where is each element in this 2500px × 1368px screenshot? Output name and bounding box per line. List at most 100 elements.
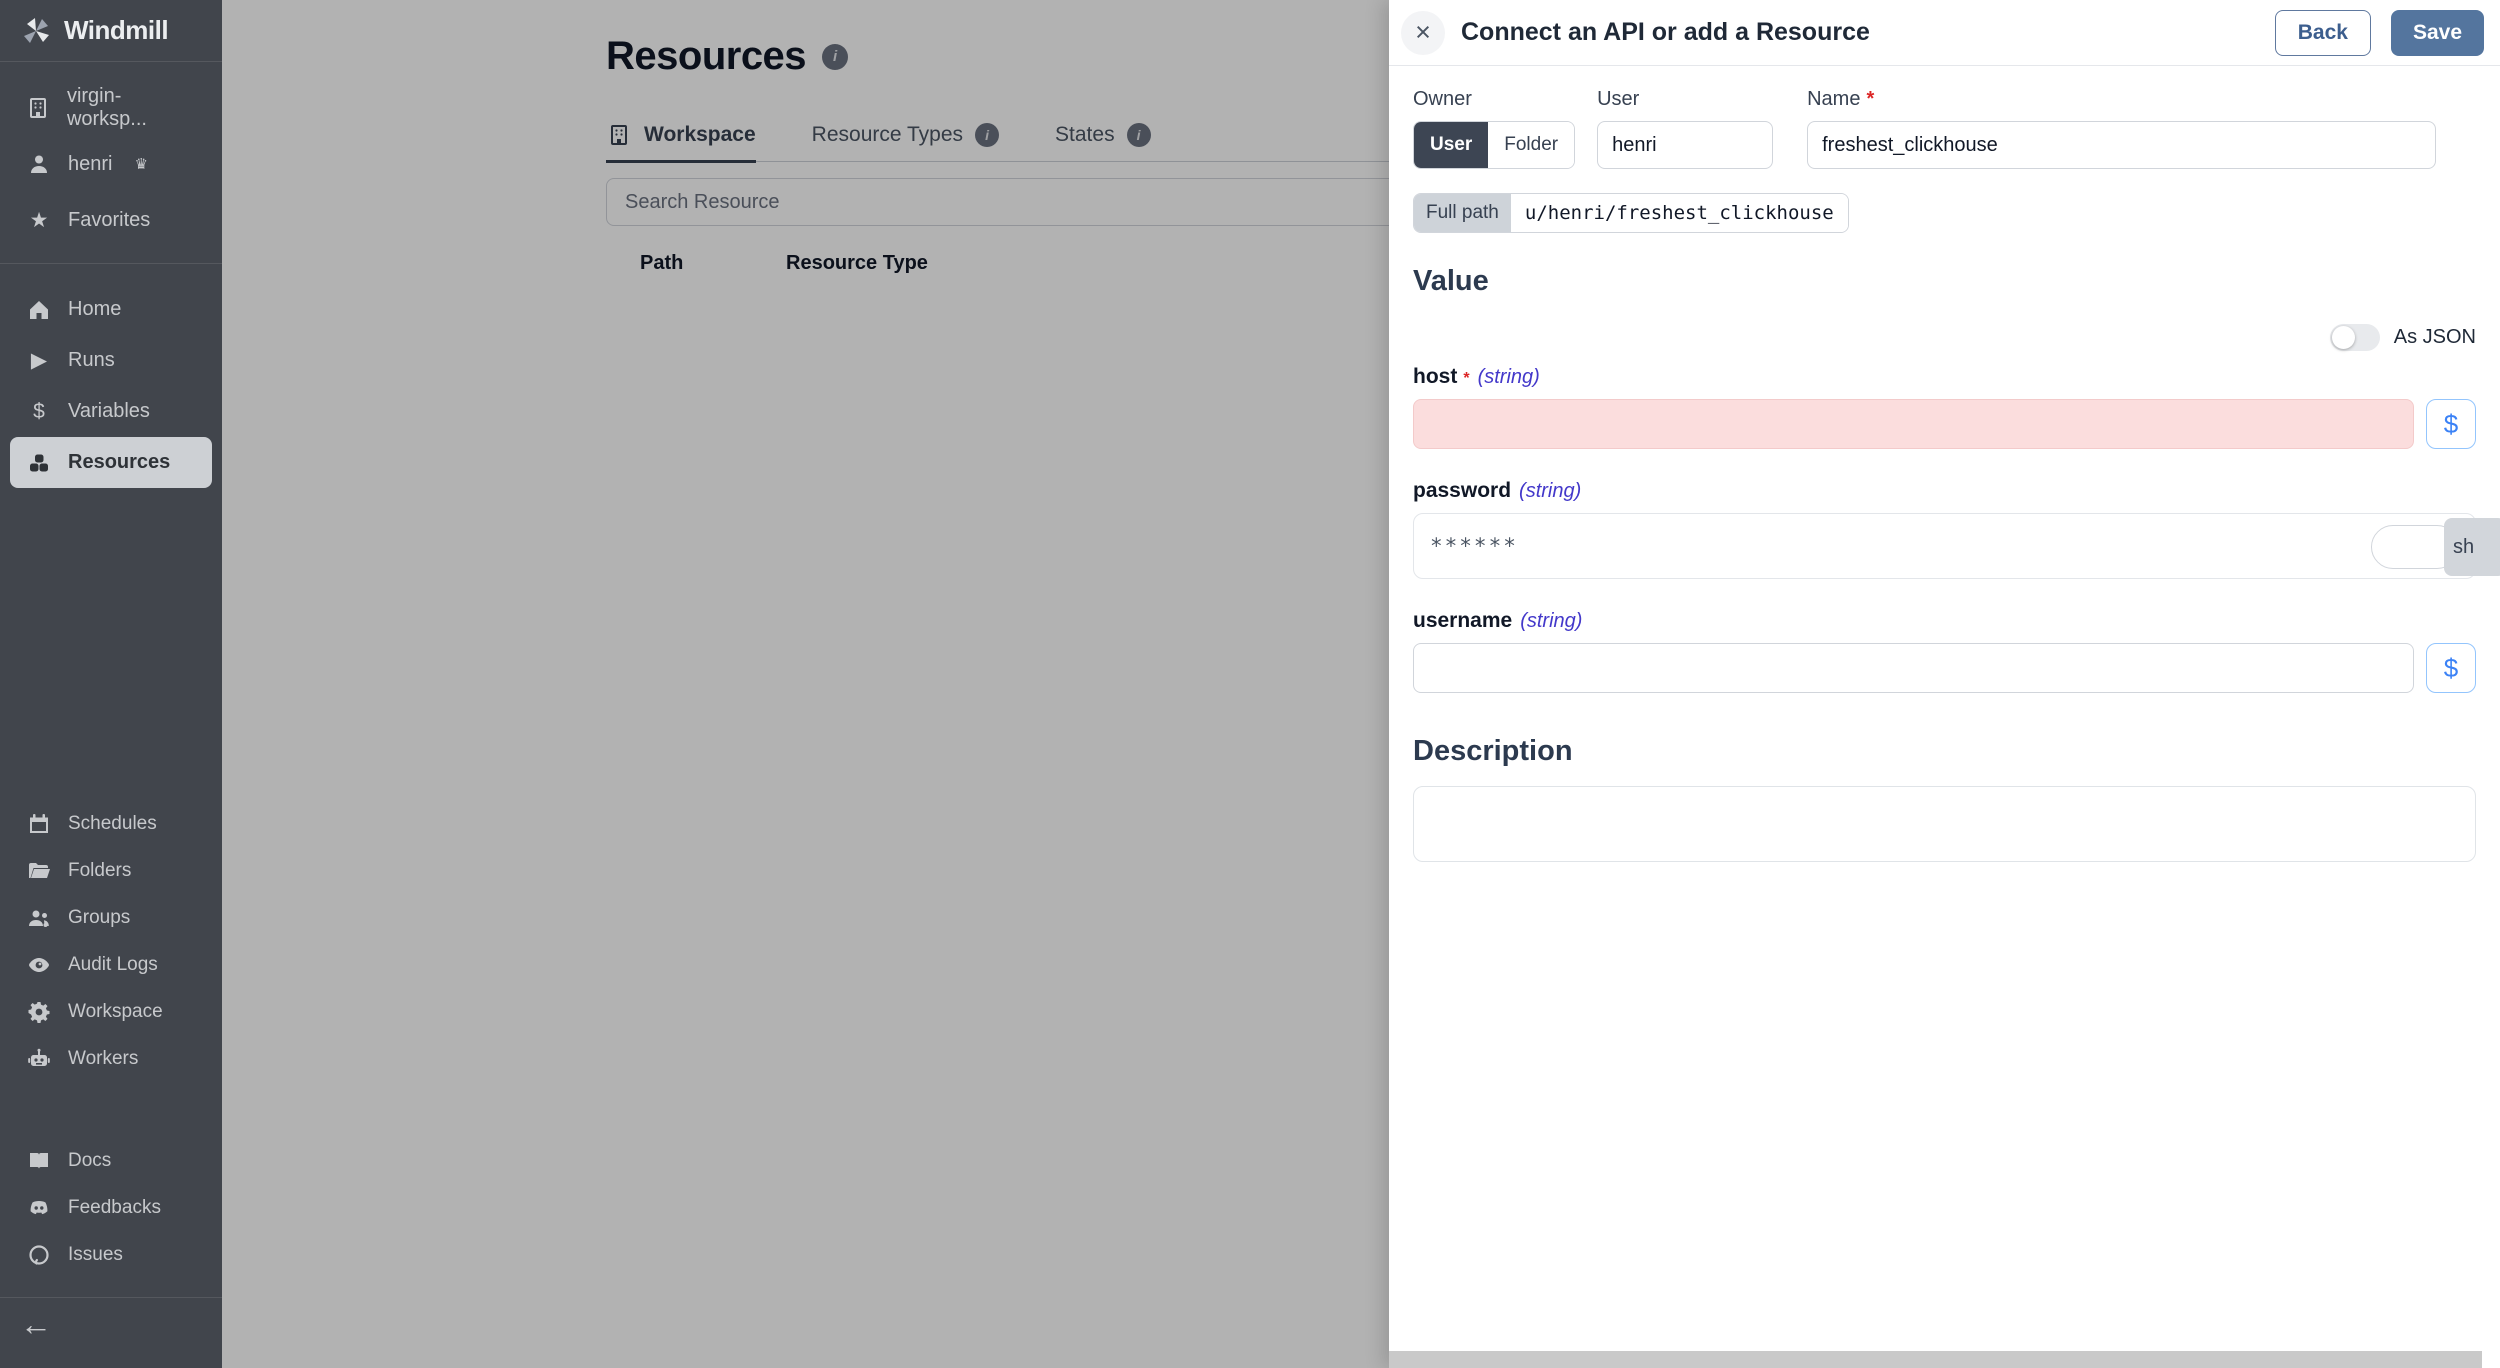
- github-icon: [26, 1243, 52, 1267]
- favorites-label: Favorites: [68, 208, 151, 231]
- horizontal-scrollbar[interactable]: [1389, 1351, 2482, 1368]
- owner-option-folder[interactable]: Folder: [1488, 122, 1575, 168]
- sidebar-divider: [0, 1297, 222, 1298]
- sidebar-item-variables[interactable]: $ Variables: [0, 386, 222, 437]
- as-json-toggle[interactable]: [2329, 324, 2380, 351]
- value-heading: Value: [1413, 265, 1489, 297]
- folder-icon: [26, 859, 52, 883]
- sidebar-item-runs[interactable]: ▶ Runs: [0, 335, 222, 386]
- dollar-icon: $: [33, 400, 45, 423]
- user-icon: [26, 152, 52, 176]
- drawer-title: Connect an API or add a Resource: [1461, 18, 1870, 46]
- boxes-icon: [26, 451, 52, 475]
- sidebar-item-feedbacks[interactable]: Feedbacks: [0, 1184, 222, 1231]
- required-asterisk: *: [1463, 370, 1470, 387]
- close-button[interactable]: ×: [1401, 10, 1445, 55]
- sidebar-item-workspace-switcher[interactable]: virgin-worksp...: [0, 80, 222, 136]
- host-variable-picker-button[interactable]: $: [2426, 399, 2476, 449]
- owner-option-user[interactable]: User: [1414, 122, 1489, 168]
- username-type: (string): [1520, 610, 1583, 632]
- nav-label: Schedules: [68, 812, 157, 834]
- nav-label: Home: [68, 298, 122, 320]
- resource-drawer: × Connect an API or add a Resource Back …: [1389, 0, 2500, 1368]
- drawer-header: × Connect an API or add a Resource Back …: [1389, 0, 2500, 66]
- nav-label: Issues: [68, 1243, 123, 1265]
- sidebar-item-folders[interactable]: Folders: [0, 847, 222, 894]
- username-field: username (string) $: [1413, 609, 2476, 693]
- sidebar-item-workspace-settings[interactable]: Workspace: [0, 988, 222, 1035]
- dollar-icon: $: [2443, 408, 2459, 439]
- nav-label: Runs: [68, 349, 115, 371]
- back-button[interactable]: Back: [2274, 9, 2371, 56]
- as-json-label: As JSON: [2393, 326, 2476, 348]
- crown-icon: ♛: [134, 156, 148, 173]
- sidebar-links-nav: Docs Feedbacks Issues: [0, 1137, 222, 1278]
- scrollbar-corner: [2482, 1351, 2500, 1368]
- calendar-icon: [26, 812, 52, 836]
- description-textarea[interactable]: [1413, 786, 2476, 862]
- nav-label: Audit Logs: [68, 953, 158, 975]
- host-field: host * (string) $: [1413, 365, 2476, 449]
- nav-label: Workers: [68, 1047, 139, 1069]
- toggle-knob: [2331, 326, 2355, 349]
- sidebar-item-user[interactable]: henri ♛: [0, 136, 222, 192]
- page: Windmill virgin-worksp... henri ♛ ★ Favo…: [0, 0, 2500, 1368]
- sidebar-item-workers[interactable]: Workers: [0, 1035, 222, 1082]
- user-name: henri: [68, 152, 113, 175]
- password-type: (string): [1519, 480, 1582, 502]
- password-box: sh: [1413, 513, 2500, 579]
- user-input[interactable]: [1597, 121, 1774, 169]
- star-icon: ★: [29, 208, 49, 232]
- host-label: host: [1413, 365, 1458, 388]
- sidebar-user-section: virgin-worksp... henri ♛ ★ Favorites: [0, 80, 222, 248]
- sidebar-item-groups[interactable]: Groups: [0, 894, 222, 941]
- workspace-name: virgin-worksp...: [66, 85, 147, 130]
- sidebar-item-home[interactable]: Home: [0, 284, 222, 335]
- owner-field: Owner User Folder: [1413, 88, 1576, 169]
- sidebar-item-schedules[interactable]: Schedules: [0, 800, 222, 847]
- brand[interactable]: Windmill: [0, 0, 222, 62]
- description-heading: Description: [1413, 735, 1573, 767]
- full-path-label: Full path: [1414, 194, 1511, 232]
- name-field: Name *: [1807, 88, 2476, 169]
- nav-label: Folders: [68, 859, 132, 881]
- password-field: password (string) sh: [1413, 479, 2500, 579]
- home-icon: [26, 298, 52, 322]
- user-label: User: [1597, 88, 1640, 110]
- gear-icon: [26, 1000, 52, 1024]
- eye-icon: [26, 953, 52, 977]
- sidebar: Windmill virgin-worksp... henri ♛ ★ Favo…: [0, 0, 222, 1368]
- username-variable-picker-button[interactable]: $: [2426, 643, 2476, 693]
- sidebar-item-issues[interactable]: Issues: [0, 1231, 222, 1278]
- username-label: username: [1413, 609, 1513, 632]
- password-show-button[interactable]: sh: [2444, 518, 2500, 576]
- name-input[interactable]: [1807, 121, 2436, 169]
- password-input[interactable]: [1414, 514, 2475, 578]
- as-json-row: As JSON: [1413, 324, 2476, 351]
- collapse-sidebar-button[interactable]: ←: [20, 1308, 52, 1340]
- name-label: Name *: [1807, 88, 1875, 110]
- full-path: Full path u/henri/freshest_clickhouse: [1413, 193, 1849, 233]
- password-label: password: [1413, 479, 1512, 502]
- nav-label: Docs: [68, 1149, 112, 1171]
- sidebar-item-favorites[interactable]: ★ Favorites: [0, 192, 222, 248]
- username-input[interactable]: [1413, 643, 2414, 693]
- owner-row: Owner User Folder User Name*: [1413, 88, 2476, 169]
- sidebar-item-resources[interactable]: Resources: [10, 437, 212, 488]
- users-icon: [26, 906, 52, 930]
- host-type: (string): [1477, 366, 1540, 388]
- discord-icon: [26, 1196, 52, 1220]
- sidebar-item-audit-logs[interactable]: Audit Logs: [0, 941, 222, 988]
- user-field: User: [1597, 88, 1774, 169]
- host-input[interactable]: [1413, 399, 2414, 449]
- required-asterisk: *: [1866, 88, 1875, 110]
- save-button[interactable]: Save: [2390, 9, 2484, 56]
- owner-toggle: User Folder: [1413, 121, 1576, 169]
- building-icon: [26, 96, 51, 120]
- sidebar-item-docs[interactable]: Docs: [0, 1137, 222, 1184]
- nav-label: Workspace: [68, 1000, 163, 1022]
- close-icon: ×: [1415, 17, 1431, 47]
- nav-label: Variables: [68, 400, 150, 422]
- dollar-icon: $: [2443, 652, 2459, 683]
- brand-name: Windmill: [64, 15, 169, 45]
